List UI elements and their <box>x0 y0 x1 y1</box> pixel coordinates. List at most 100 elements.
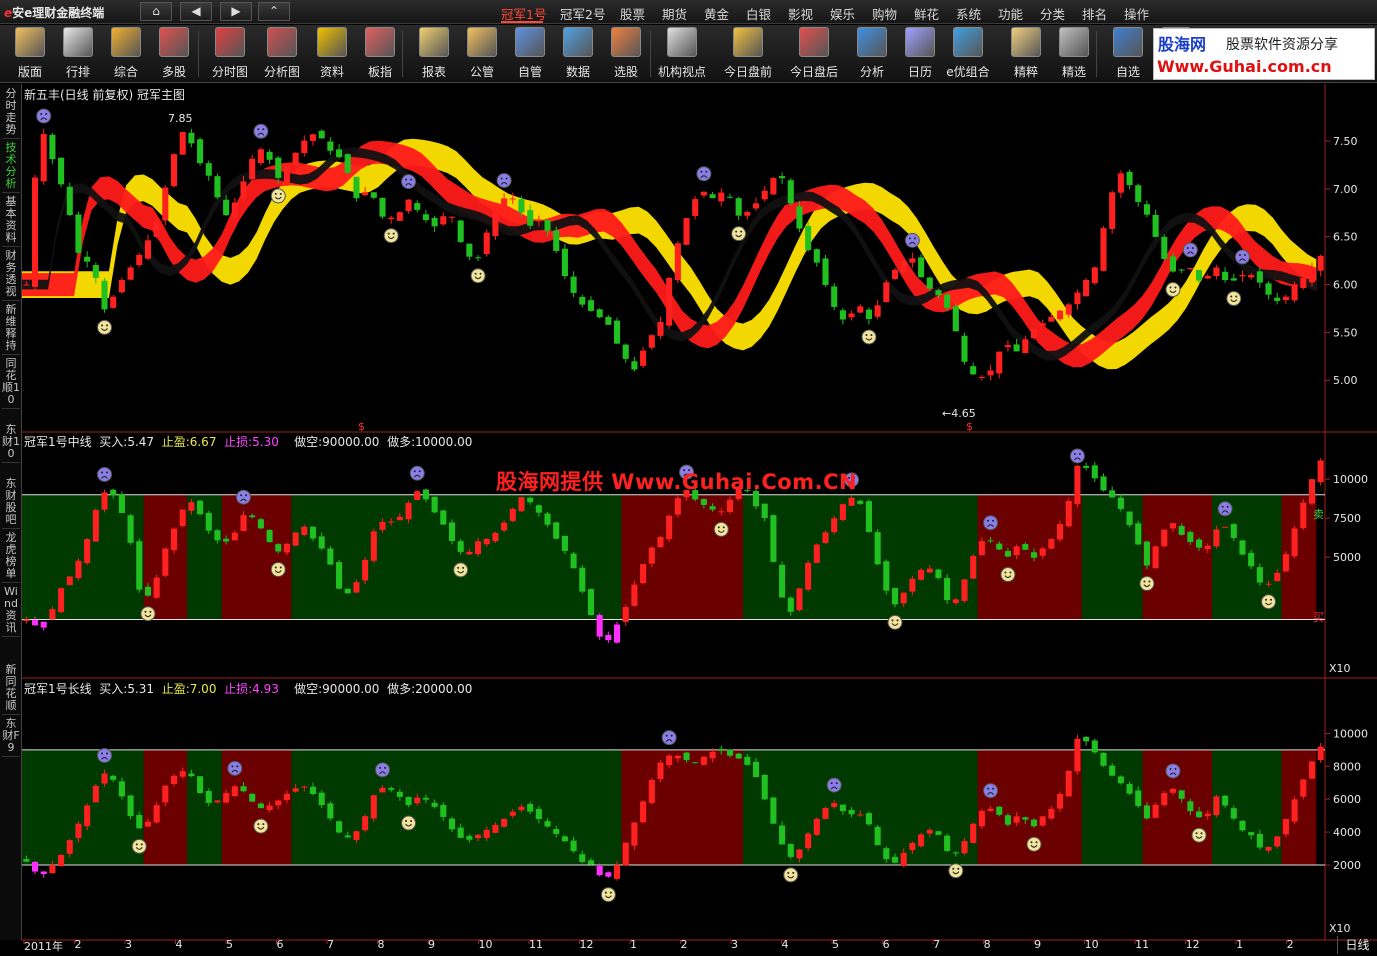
toolbar-user-button[interactable]: 自选 <box>1102 27 1154 81</box>
period-selector[interactable]: 日线 <box>1337 936 1377 954</box>
candle <box>648 334 655 350</box>
sidebar-tab-8[interactable]: 龙虎榜单 <box>2 532 20 583</box>
toolbar-printer-button[interactable]: 精选 <box>1048 27 1100 81</box>
candle <box>1161 529 1168 548</box>
date-tick-label: 4 <box>175 938 183 951</box>
candle <box>605 315 612 325</box>
toolbar-separator <box>650 31 651 77</box>
bar-stats-icon <box>953 27 983 57</box>
menu-item-14[interactable]: 操作 <box>1124 4 1149 23</box>
sidebar-tab-3[interactable]: 财务透视 <box>2 250 20 301</box>
candle <box>813 543 820 564</box>
toolbar-label: 日历 <box>907 65 932 79</box>
menu-item-13[interactable]: 排名 <box>1082 4 1107 23</box>
f10-icon <box>317 27 347 57</box>
dollar-mark: $ <box>358 420 365 433</box>
menu-bar: e安e理财金融终端 ⌂ ◀ ▶ ⌃ 冠军1号 冠军2号 股票 期货 黄金 白银 影视 娱乐 购物… <box>0 0 1377 24</box>
menu-item-4[interactable]: 黄金 <box>704 4 729 23</box>
back-button[interactable]: ◀ <box>180 2 212 21</box>
candle <box>84 538 91 566</box>
sidebar-tab-11[interactable]: 东财F9 <box>2 718 20 757</box>
sidebar-tab-2[interactable]: 基本资料 <box>2 196 20 247</box>
toolbar-label: 分析图 <box>263 65 300 79</box>
toolbar-line-chart-button[interactable]: 行排 <box>52 27 104 81</box>
menu-item-12[interactable]: 分类 <box>1040 4 1065 23</box>
menu-item-11[interactable]: 功能 <box>998 4 1023 23</box>
toolbar-intraday-button[interactable]: 分时图 <box>204 27 256 81</box>
buy-smiley-icon <box>1191 827 1207 843</box>
toolbar-report-button[interactable]: 报表 <box>408 27 460 81</box>
toolbar-multi-chart-button[interactable]: 多股 <box>148 27 200 81</box>
toolbar-folder-button[interactable]: 自管 <box>504 27 556 81</box>
stock-pick-icon <box>611 27 641 57</box>
candle <box>1308 478 1316 506</box>
candle <box>622 842 629 867</box>
candle <box>179 509 186 528</box>
home-button[interactable]: ⌂ <box>140 2 172 21</box>
candle <box>1300 778 1307 800</box>
sidebar-tab-10[interactable]: 新同花顺 <box>2 664 20 715</box>
toolbar: 版面 行排 综合 多股 分时图 分析图 资料 板指 报表 公管 自管 数据 选股 机构视点 今日盘前 今日盘后… <box>0 25 1377 83</box>
toolbar-layout-button[interactable]: 版面 <box>4 27 56 81</box>
candle <box>1239 270 1246 282</box>
menu-item-5[interactable]: 白银 <box>746 4 771 23</box>
candle <box>1213 794 1220 818</box>
candle <box>101 489 108 513</box>
chart-area[interactable]: 7.50 7.00 6.50 6.00 5.50 5.00 10000 7500 5000 X10… <box>22 84 1377 956</box>
sidebar-tab-0[interactable]: 分时走势 <box>2 88 20 139</box>
menu-item-3[interactable]: 期货 <box>662 4 687 23</box>
low-price-label: ←4.65 <box>942 407 976 420</box>
candle <box>518 496 525 512</box>
toolbar-stock-pick-button[interactable]: 选股 <box>600 27 652 81</box>
collapse-button[interactable]: ⌃ <box>258 2 290 21</box>
candle <box>752 197 760 211</box>
sidebar-tab-5[interactable]: 同花顺10 <box>2 358 20 409</box>
candle <box>396 211 403 221</box>
toolbar-magnifier-button[interactable]: 分析 <box>846 27 898 81</box>
menu-item-7[interactable]: 娱乐 <box>830 4 855 23</box>
menu-item-1[interactable]: 冠军2号 <box>560 4 605 23</box>
candle <box>49 133 56 164</box>
date-tick-label: 10 <box>1084 938 1099 951</box>
menu-item-10[interactable]: 系统 <box>956 4 981 23</box>
y-tick-label: 5.00 <box>1333 374 1358 387</box>
document-icon <box>467 27 497 57</box>
toolbar-newspaper-button[interactable]: 今日盘后 <box>788 27 840 81</box>
sell-frown-icon <box>696 166 712 182</box>
candle <box>327 801 334 821</box>
menu-item-6[interactable]: 影视 <box>788 4 813 23</box>
candle <box>197 137 204 166</box>
sidebar-tab-7[interactable]: 东财股吧 <box>2 478 20 529</box>
menu-item-2[interactable]: 股票 <box>620 4 645 23</box>
toolbar-download-button[interactable]: 数据 <box>552 27 604 81</box>
toolbar-list-button[interactable]: 综合 <box>100 27 152 81</box>
candle <box>1091 266 1098 286</box>
toolbar-candle-button[interactable]: 分析图 <box>256 27 308 81</box>
toolbar-notebook-button[interactable]: 精粹 <box>1000 27 1052 81</box>
sidebar-tab-4[interactable]: 新维释持 <box>2 304 20 355</box>
chart-canvas[interactable]: 7.50 7.00 6.50 6.00 5.50 5.00 10000 7500 5000 X10… <box>22 84 1377 956</box>
toolbar-sunrise-button[interactable]: 今日盘前 <box>722 27 774 81</box>
toolbar-bar-stats-button[interactable]: e优组合 <box>942 27 994 81</box>
sidebar-tab-6[interactable]: 东财10 <box>2 424 20 463</box>
toolbar-calendar-button[interactable]: 日历 <box>894 27 946 81</box>
candle <box>1239 820 1246 832</box>
sidebar-tab-9[interactable]: Wind资讯 <box>2 586 20 637</box>
menu-item-9[interactable]: 鲜花 <box>914 4 939 23</box>
sidebar-tab-1[interactable]: 技术分析 <box>2 142 20 193</box>
forward-button[interactable]: ▶ <box>220 2 252 21</box>
guhai-ad-banner[interactable]: 股海网 股票软件资源分享 Www.Guhai.com.cn <box>1153 28 1375 80</box>
candle <box>918 832 925 848</box>
toolbar-index-button[interactable]: 板指 <box>354 27 406 81</box>
candle <box>118 277 125 294</box>
date-tick-label: 3 <box>125 938 132 951</box>
toolbar-f10-button[interactable]: 资料 <box>306 27 358 81</box>
toolbar-document-button[interactable]: 公管 <box>456 27 508 81</box>
toolbar-news-button[interactable]: 机构视点 <box>656 27 708 81</box>
candle <box>996 806 1003 817</box>
y-tick-label: 10000 <box>1333 727 1368 740</box>
candle <box>761 185 768 202</box>
menu-item-8[interactable]: 购物 <box>872 4 897 23</box>
ad-brand: 股海网 <box>1158 35 1207 54</box>
candle <box>1230 273 1237 282</box>
